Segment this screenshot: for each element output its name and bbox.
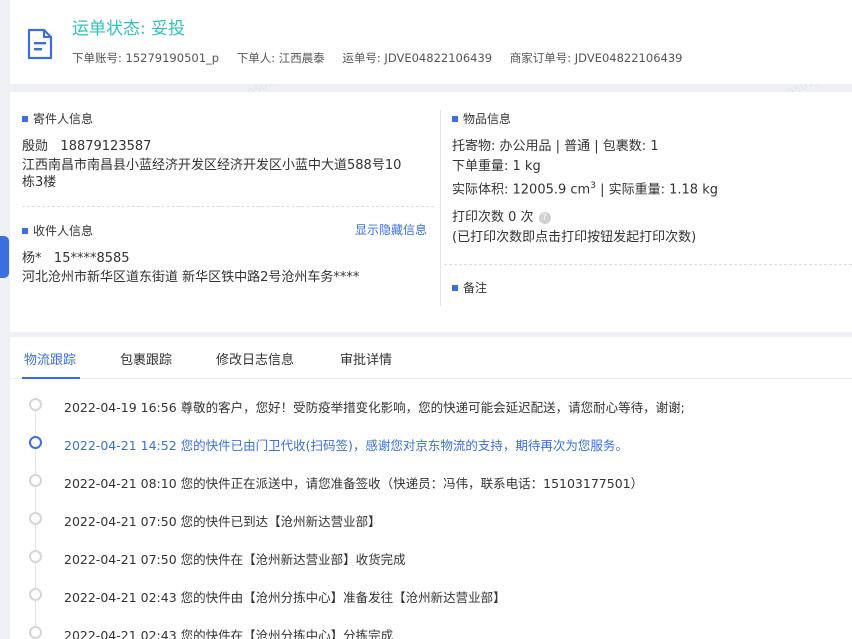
section-marker-icon (452, 284, 458, 291)
timeline-item: 2022-04-21 07:50 您的快件已到达【沧州新达营业部】 (10, 509, 852, 529)
goods-description: 托寄物: 办公用品 | 普通 | 包裹数: 1 (452, 139, 659, 154)
column-divider (440, 110, 441, 306)
document-icon (27, 28, 53, 60)
timeline-item: 2022-04-21 08:10 您的快件正在派送中，请您准备签收（快递员：冯伟… (10, 471, 852, 491)
receiver-contact: 杨* 15****8585 (22, 250, 130, 267)
tab-logistics-tracking[interactable]: 物流跟踪 (24, 349, 76, 368)
tab-approval-details[interactable]: 审批详情 (340, 349, 392, 368)
tab-change-log[interactable]: 修改日志信息 (216, 349, 294, 368)
timeline-dot-icon (29, 436, 42, 449)
tab-package-tracking[interactable]: 包裹跟踪 (120, 349, 172, 368)
timeline-dot-icon (29, 474, 42, 487)
timeline-dot-icon (29, 512, 42, 525)
tracking-panel: 物流跟踪 包裹跟踪 修改日志信息 审批详情 2022-04-19 16:56 尊… (10, 337, 852, 639)
merchant-order-number: 商家订单号: JDVE04822106439 (509, 51, 683, 65)
timeline-item: 2022-04-21 14:52 您的快件已由门卫代收(扫码签)，感谢您对京东物… (10, 433, 852, 453)
waybill-status: 运单状态: 妥投 (72, 19, 186, 39)
timeline-event: 2022-04-21 07:50 您的快件已到达【沧州新达营业部】 (64, 514, 381, 529)
timeline-event: 2022-04-21 02:43 您的快件在【沧州分拣中心】分拣完成 (64, 628, 394, 639)
waybill-meta: 下单账号: 15279190501_p 下单人: 江西晨泰 运单号: JDVE0… (72, 50, 696, 66)
info-panel: 寄件人信息 殷勋 18879123587 江西南昌市南昌县小蓝经济开发区经济开发… (10, 92, 852, 332)
timeline-item: 2022-04-21 02:43 您的快件由【沧州分拣中心】准备发往【沧州新达营… (10, 585, 852, 605)
order-account: 下单账号: 15279190501_p (72, 51, 220, 65)
timeline-dot-icon (29, 398, 42, 411)
side-collapse-handle[interactable] (0, 236, 9, 278)
section-marker-icon (22, 115, 28, 122)
timeline-event: 2022-04-21 02:43 您的快件由【沧州分拣中心】准备发往【沧州新达营… (64, 590, 506, 605)
active-tab-indicator (22, 377, 80, 379)
waybill-header: 运单状态: 妥投 下单账号: 15279190501_p 下单人: 江西晨泰 运… (10, 0, 852, 84)
order-weight: 下单重量: 1 kg (452, 159, 541, 174)
orderer: 下单人: 江西晨泰 (236, 51, 325, 65)
timeline-event: 2022-04-21 08:10 您的快件正在派送中，请您准备签收（快递员：冯伟… (64, 476, 644, 491)
print-count: 打印次数 0 次? (452, 209, 551, 226)
section-marker-icon (452, 115, 458, 122)
show-hidden-info-link[interactable]: 显示隐藏信息 (355, 221, 427, 238)
help-icon[interactable]: ? (538, 212, 551, 224)
sender-title: 寄件人信息 (22, 110, 93, 127)
section-marker-icon (22, 227, 28, 234)
timeline-dot-icon (29, 626, 42, 639)
goods-title: 物品信息 (452, 110, 511, 127)
timeline-item: 2022-04-19 16:56 尊敬的客户，您好！受防疫举措变化影响，您的快递… (10, 395, 852, 415)
remark-title: 备注 (452, 279, 487, 296)
divider (22, 206, 434, 207)
actual-volume-weight: 实际体积: 12005.9 cm3 | 实际重量: 1.18 kg (452, 181, 718, 198)
sender-contact: 殷勋 18879123587 (22, 138, 151, 155)
timeline-item: 2022-04-21 02:43 您的快件在【沧州分拣中心】分拣完成 (10, 623, 852, 639)
timeline-event: 2022-04-21 14:52 您的快件已由门卫代收(扫码签)，感谢您对京东物… (64, 438, 628, 453)
waybill-number: 运单号: JDVE04822106439 (342, 51, 493, 65)
tab-bar: 物流跟踪 包裹跟踪 修改日志信息 审批详情 (10, 337, 852, 379)
timeline-event: 2022-04-21 07:50 您的快件在【沧州新达营业部】收货完成 (64, 552, 406, 567)
sender-name: 殷勋 (22, 139, 49, 154)
receiver-name: 杨* (22, 251, 42, 266)
print-note: (已打印次数即点击打印按钮发起打印次数) (452, 230, 697, 245)
timeline-dot-icon (29, 588, 42, 601)
timeline-item: 2022-04-21 07:50 您的快件在【沧州新达营业部】收货完成 (10, 547, 852, 567)
sender-phone: 18879123587 (60, 139, 152, 154)
sender-address: 江西南昌市南昌县小蓝经济开发区经济开发区小蓝中大道588号10 栋3楼 (22, 158, 402, 190)
timeline-event: 2022-04-19 16:56 尊敬的客户，您好！受防疫举措变化影响，您的快递… (64, 400, 685, 415)
receiver-title: 收件人信息 (22, 222, 93, 239)
receiver-address: 河北沧州市新华区道东街道 新华区铁中路2号沧州车务**** (22, 270, 360, 285)
timeline-dot-icon (29, 550, 42, 563)
divider (444, 264, 852, 265)
receiver-phone: 15****8585 (53, 251, 130, 266)
